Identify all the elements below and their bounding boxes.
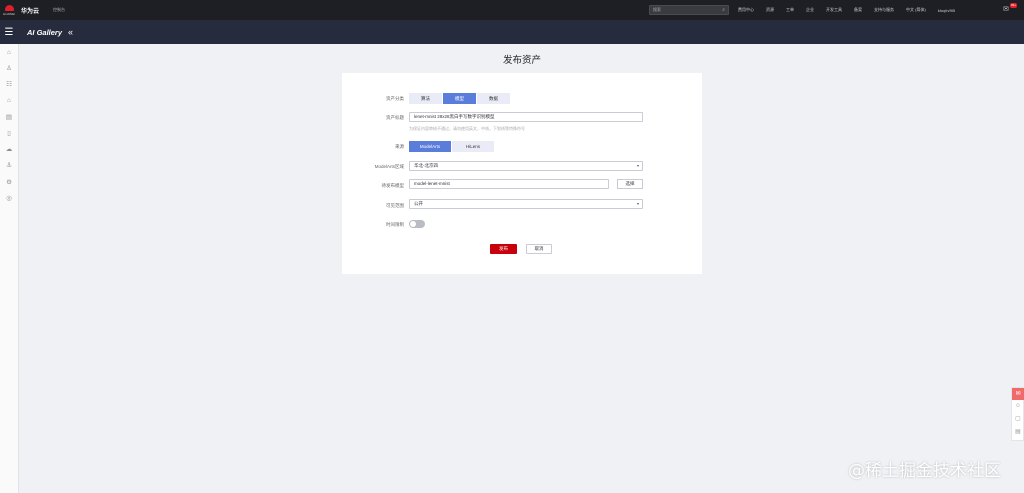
logo-petal-icon bbox=[4, 4, 14, 11]
time-limit-label: 时间限制 bbox=[386, 222, 404, 227]
time-limit-toggle[interactable] bbox=[409, 220, 425, 228]
page-title: 发布资产 bbox=[502, 55, 541, 66]
nav-support[interactable]: 支持与服务 bbox=[874, 7, 894, 13]
choose-model-button[interactable]: 选择 bbox=[617, 179, 643, 189]
global-search-input[interactable]: 搜索 ⌕ bbox=[649, 5, 729, 15]
search-placeholder: 搜索 bbox=[653, 7, 661, 12]
user-icon[interactable]: ♙ bbox=[0, 60, 19, 76]
anchor-icon[interactable]: ⚓ bbox=[0, 157, 19, 173]
app-header: ☰ AI Gallery « bbox=[0, 20, 1024, 44]
menu-icon[interactable]: ☰ bbox=[0, 20, 18, 44]
settings-icon[interactable]: ⚙ bbox=[0, 174, 19, 190]
nav-account[interactable]: kfuqfn/9l5 bbox=[938, 8, 955, 13]
brand-name[interactable]: 华为云 bbox=[21, 6, 39, 15]
nav-resources[interactable]: 资源 bbox=[766, 7, 774, 13]
nav-dev-tools[interactable]: 开发工具 bbox=[826, 7, 842, 13]
notification-badge: 99+ bbox=[1010, 3, 1018, 8]
nav-billing[interactable]: 费用中心 bbox=[738, 7, 754, 13]
region-select[interactable]: 华北-北京四 ▾ bbox=[409, 161, 643, 171]
asset-type-segmented: 算法 模型 数据 bbox=[409, 93, 511, 104]
house-icon[interactable]: ⌂ bbox=[0, 93, 19, 109]
nav-tickets[interactable]: 工单 bbox=[786, 7, 794, 13]
asset-type-label: 资产分类 bbox=[386, 96, 404, 101]
feedback-icon[interactable]: ✉ bbox=[1012, 388, 1024, 400]
side-rail: ⌂ ♙ ☷ ⌂ ▤ ▯ ☁ ⚓ ⚙ ◎ bbox=[0, 44, 19, 493]
cloud-icon[interactable]: ☁ bbox=[0, 141, 19, 157]
top-nav: 费用中心 资源 工单 企业 开发工具 备案 支持与服务 中文 (简体) kfuq… bbox=[738, 0, 955, 20]
source-label: 来源 bbox=[395, 144, 404, 149]
chevron-down-icon: ▾ bbox=[636, 163, 639, 168]
source-segmented: ModelArts HiLens bbox=[409, 141, 495, 152]
collapse-icon[interactable]: « bbox=[68, 27, 73, 37]
home-icon[interactable]: ⌂ bbox=[0, 44, 19, 60]
region-value: 华北-北京四 bbox=[414, 163, 438, 168]
asset-type-data[interactable]: 数据 bbox=[477, 93, 511, 104]
visibility-select[interactable]: 公开 ▾ bbox=[409, 199, 643, 209]
search-icon[interactable]: ⌕ bbox=[722, 7, 725, 13]
logo-text: HUAWEI bbox=[3, 11, 15, 16]
nav-enterprise[interactable]: 企业 bbox=[806, 7, 814, 13]
doc-icon[interactable]: ▤ bbox=[0, 109, 19, 125]
app-title[interactable]: AI Gallery bbox=[27, 28, 62, 37]
book-icon[interactable]: ▯ bbox=[0, 125, 19, 141]
note-icon[interactable]: ▤ bbox=[1012, 426, 1024, 439]
chat-icon[interactable]: ▢ bbox=[1012, 413, 1024, 426]
visibility-value: 公开 bbox=[414, 201, 423, 206]
visibility-label: 可见范围 bbox=[386, 203, 404, 208]
source-hilens[interactable]: HiLens bbox=[452, 141, 495, 152]
region-label: ModelArts区域 bbox=[374, 164, 404, 169]
asset-type-model[interactable]: 模型 bbox=[443, 93, 477, 104]
service-icon[interactable]: ☺ bbox=[1012, 400, 1024, 413]
group-icon[interactable]: ☷ bbox=[0, 76, 19, 92]
asset-title-input[interactable]: lenet-mnist 28x28黑白手写数字识别模型 bbox=[409, 112, 643, 122]
cancel-button[interactable]: 取消 bbox=[526, 244, 552, 254]
asset-title-hint: 为保证内容审核不通过，请勿使用英文，中线，下划线等特殊符号 bbox=[409, 126, 525, 131]
source-modelarts[interactable]: ModelArts bbox=[409, 141, 452, 152]
huawei-logo[interactable]: HUAWEI bbox=[0, 0, 18, 20]
asset-type-algorithm[interactable]: 算法 bbox=[409, 93, 443, 104]
help-icon[interactable]: ◎ bbox=[0, 190, 19, 206]
floating-toolbar: ✉ ☺ ▢ ▤ bbox=[1011, 387, 1024, 441]
asset-title-label: 资产标题 bbox=[386, 115, 404, 120]
nav-icp[interactable]: 备案 bbox=[854, 7, 862, 13]
watermark: @稀土掘金技术社区 bbox=[848, 461, 1001, 481]
toggle-knob bbox=[410, 221, 416, 227]
nav-language[interactable]: 中文 (简体) bbox=[906, 7, 926, 13]
publish-button[interactable]: 发布 bbox=[490, 244, 517, 254]
publish-form-card: 资产分类 算法 模型 数据 资产标题 lenet-mnist 28x28黑白手写… bbox=[342, 73, 702, 274]
console-link[interactable]: 控制台 bbox=[53, 7, 65, 13]
model-name-label: 待发布模型 bbox=[381, 183, 405, 188]
bell-icon[interactable]: ✉ bbox=[1003, 5, 1009, 13]
model-name-input[interactable]: model-lenet-mnist bbox=[409, 179, 609, 189]
chevron-down-icon: ▾ bbox=[636, 201, 639, 206]
